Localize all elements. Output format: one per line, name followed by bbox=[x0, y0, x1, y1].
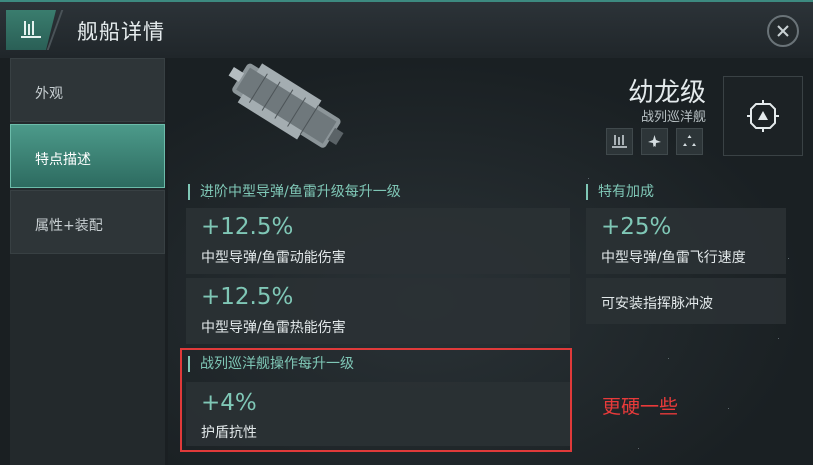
sidebar: 外观 特点描述 属性+装配 bbox=[10, 58, 165, 465]
close-button[interactable] bbox=[767, 15, 799, 47]
bonus-card: 可安装指挥脉冲波 bbox=[586, 278, 786, 324]
star-decoration bbox=[668, 358, 669, 359]
bonus-card: +12.5% 中型导弹/鱼雷热能伤害 bbox=[186, 278, 570, 344]
main-panel: 幼龙级 战列巡洋舰 进阶中型导弹/鱼雷升级每升一级 +12.5% 中型导弹/鱼雷… bbox=[168, 58, 813, 465]
bonus-description: 可安装指挥脉冲波 bbox=[601, 296, 713, 312]
bonus-card: +12.5% 中型导弹/鱼雷动能伤害 bbox=[186, 208, 570, 274]
tab-label: 属性+装配 bbox=[35, 218, 103, 234]
star-decoration bbox=[788, 258, 789, 259]
section-title-role-bonus: 特有加成 bbox=[586, 184, 654, 200]
highlight-box bbox=[180, 348, 572, 452]
bonus-value: +12.5% bbox=[201, 214, 294, 240]
tab-traits[interactable]: 特点描述 bbox=[10, 124, 165, 188]
tab-label: 特点描述 bbox=[35, 152, 91, 168]
ship-name: 幼龙级 bbox=[627, 78, 706, 108]
target-frame-icon bbox=[723, 76, 803, 156]
section-title-missile-upgrades: 进阶中型导弹/鱼雷升级每升一级 bbox=[188, 184, 401, 200]
role-icons bbox=[606, 128, 716, 158]
ship-class: 战列巡洋舰 bbox=[640, 110, 706, 125]
tab-attributes-fitting[interactable]: 属性+装配 bbox=[10, 190, 165, 254]
bonus-value: +25% bbox=[601, 214, 672, 240]
bonus-description: 中型导弹/鱼雷动能伤害 bbox=[201, 250, 346, 266]
star-decoration bbox=[588, 178, 589, 179]
tab-label: 外观 bbox=[35, 86, 63, 102]
bonus-description: 中型导弹/鱼雷飞行速度 bbox=[601, 250, 746, 266]
bonus-description: 中型导弹/鱼雷热能伤害 bbox=[201, 320, 346, 336]
star-decoration bbox=[728, 408, 729, 409]
annotation-text: 更硬一些 bbox=[602, 396, 679, 418]
triangle-formation-icon bbox=[676, 128, 703, 155]
fleet-icon bbox=[606, 128, 633, 155]
bonus-value: +12.5% bbox=[201, 284, 294, 310]
star-decoration bbox=[638, 448, 639, 449]
ship-details-window: 舰船详情 外观 特点描述 属性+装配 幼龙级 战列巡洋舰 进阶中型导弹/鱼雷升级… bbox=[0, 0, 813, 465]
ship-model-image bbox=[213, 58, 358, 154]
fighter-icon bbox=[641, 128, 668, 155]
tab-appearance[interactable]: 外观 bbox=[10, 58, 165, 122]
bonus-card: +25% 中型导弹/鱼雷飞行速度 bbox=[586, 208, 786, 274]
header-bar: 舰船详情 bbox=[0, 0, 813, 58]
close-icon bbox=[777, 25, 789, 37]
star-decoration bbox=[778, 338, 779, 339]
page-title: 舰船详情 bbox=[77, 20, 165, 44]
